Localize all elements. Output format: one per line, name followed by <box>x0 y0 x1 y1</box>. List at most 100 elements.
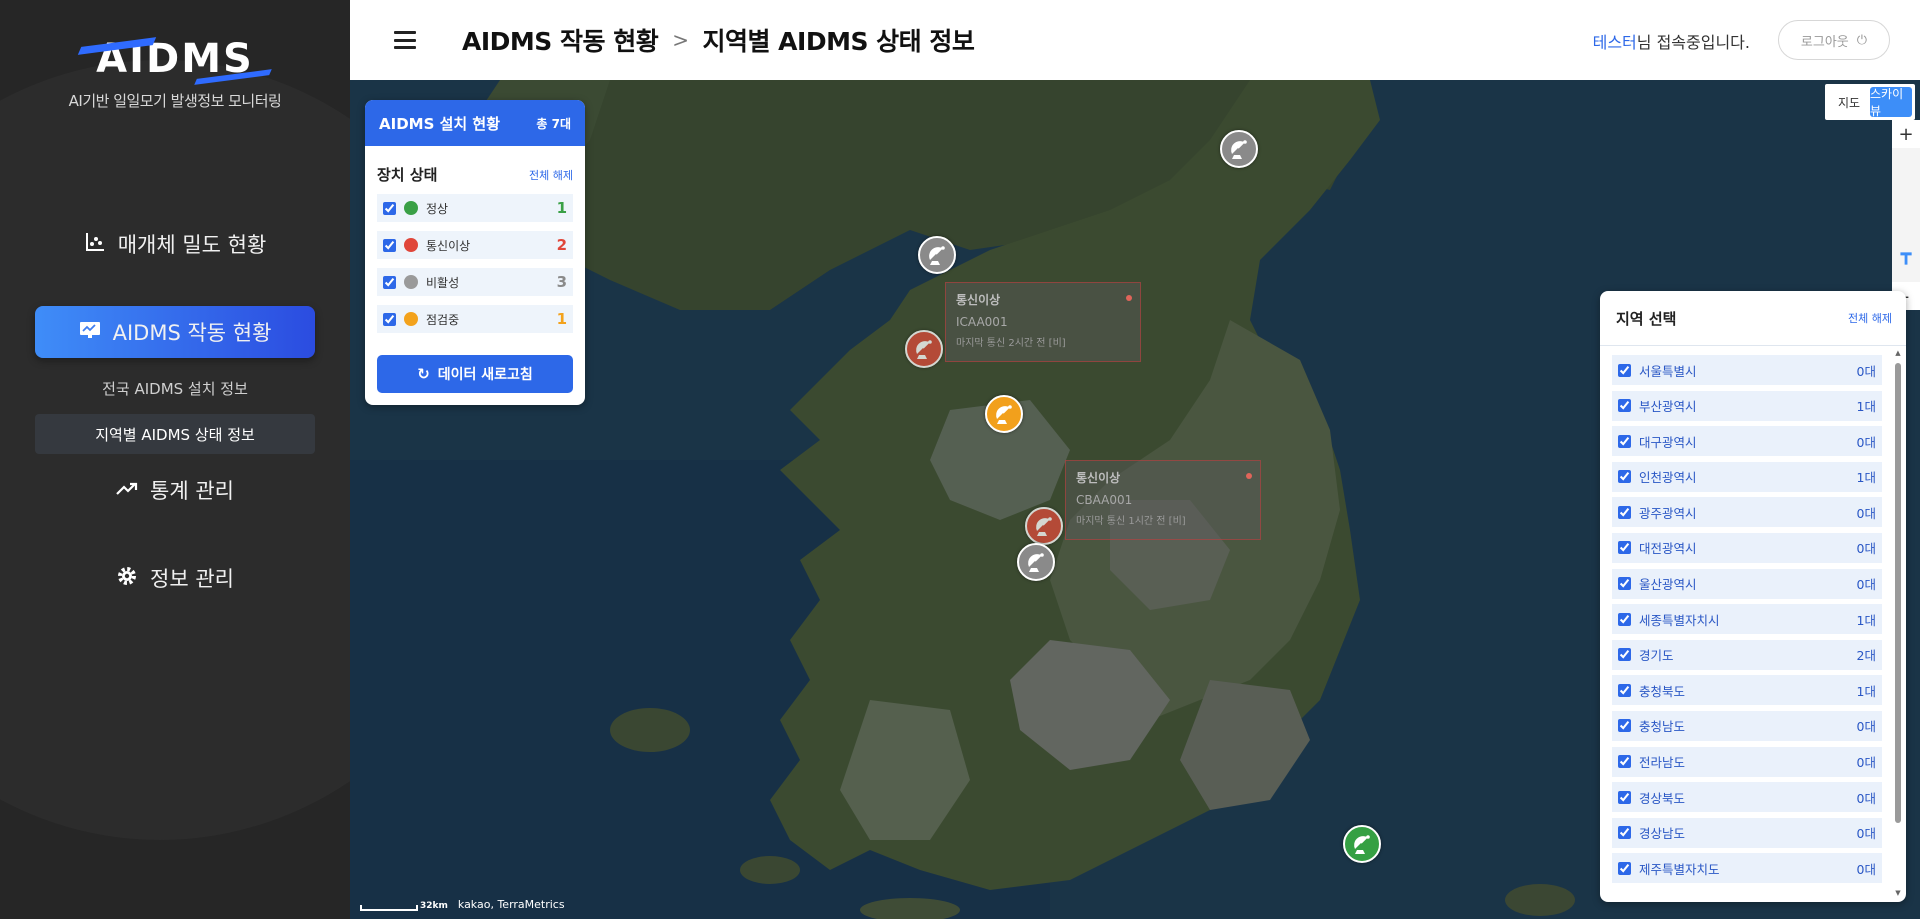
region-row[interactable]: 충청남도 0대 <box>1612 710 1882 741</box>
region-name: 충청남도 <box>1639 719 1686 735</box>
nav-item-label: 통계 관리 <box>150 479 234 503</box>
map-copyright: kakao, TerraMetrics <box>457 898 565 911</box>
region-row[interactable]: 전라남도 0대 <box>1612 746 1882 777</box>
status-row-normal[interactable]: 정상 1 <box>377 194 573 222</box>
region-checkbox[interactable] <box>1618 719 1631 733</box>
region-row[interactable]: 부산광역시 1대 <box>1612 390 1882 421</box>
device-marker-comm-error[interactable] <box>905 330 943 368</box>
region-checkbox[interactable] <box>1618 612 1631 626</box>
scroll-thumb[interactable] <box>1895 363 1901 823</box>
region-row[interactable]: 경상북도 0대 <box>1612 782 1882 813</box>
status-checkbox[interactable] <box>383 275 396 289</box>
nav-item-statistics[interactable]: 통계 관리 <box>35 464 315 516</box>
region-name: 대전광역시 <box>1639 541 1697 557</box>
region-count: 0대 <box>1856 434 1876 450</box>
region-row[interactable]: 세종특별자치시 1대 <box>1612 604 1882 635</box>
region-checkbox[interactable] <box>1618 683 1631 697</box>
region-row[interactable]: 광주광역시 0대 <box>1612 497 1882 528</box>
clear-all-region-button[interactable]: 전체 해제 <box>1848 310 1892 326</box>
device-tooltip: 통신이상 CBAA001 마지막 통신 1시간 전 [비] <box>1065 460 1261 540</box>
menu-icon[interactable] <box>394 31 416 49</box>
status-dot <box>404 201 418 215</box>
device-marker-inactive[interactable] <box>1017 543 1055 581</box>
tooltip-status: 통신이상 <box>1076 471 1121 485</box>
region-checkbox[interactable] <box>1618 826 1631 840</box>
device-marker-normal[interactable] <box>1343 825 1381 863</box>
scroll-up-icon[interactable]: ▲ <box>1894 349 1902 357</box>
status-row-inactive[interactable]: 비활성 3 <box>377 268 573 296</box>
region-name: 경상남도 <box>1639 826 1686 842</box>
device-marker-inactive[interactable] <box>918 236 956 274</box>
region-count: 1대 <box>1856 683 1876 699</box>
zoom-in-button[interactable]: + <box>1892 120 1920 148</box>
nav-item-aidms-status[interactable]: AIDMS 작동 현황 <box>35 306 315 358</box>
region-row[interactable]: 경상남도 0대 <box>1612 817 1882 848</box>
device-marker-inactive[interactable] <box>1220 130 1258 168</box>
region-row[interactable]: 대전광역시 0대 <box>1612 532 1882 563</box>
status-label: 비활성 <box>426 275 460 290</box>
sub-nav-regional-status[interactable]: 지역별 AIDMS 상태 정보 <box>35 414 315 454</box>
region-checkbox[interactable] <box>1618 363 1631 377</box>
region-checkbox[interactable] <box>1618 790 1631 804</box>
region-checkbox[interactable] <box>1618 577 1631 591</box>
breadcrumb-parent[interactable]: AIDMS 작동 현황 <box>462 22 659 58</box>
logo-wordmark: AIDMS <box>77 36 272 85</box>
region-row[interactable]: 제주특별자치도 0대 <box>1612 853 1882 884</box>
region-count: 2대 <box>1856 648 1876 664</box>
region-scrollbar[interactable]: ▲ ▼ <box>1894 349 1902 897</box>
region-checkbox[interactable] <box>1618 648 1631 662</box>
map-type-skyview-button[interactable]: 스카이뷰 <box>1870 87 1912 118</box>
region-checkbox[interactable] <box>1618 470 1631 484</box>
region-row[interactable]: 서울특별시 0대 <box>1612 355 1882 385</box>
sidebar: AIDMS AI기반 일일모기 발생정보 모니터링 매개체 밀도 현황 AIDM… <box>0 0 350 919</box>
user-name: 테스터 <box>1592 33 1637 52</box>
satellite-dish-icon <box>1028 553 1044 572</box>
region-checkbox[interactable] <box>1618 505 1631 519</box>
region-list: 서울특별시 0대 부산광역시 1대 대구광역시 0대 인천광역시 1대 광주광역시 0대 대전광역시… <box>1612 355 1882 889</box>
status-checkbox[interactable] <box>383 238 396 252</box>
refresh-data-button[interactable]: ↻ 데이터 새로고침 <box>377 355 573 393</box>
region-row[interactable]: 경기도 2대 <box>1612 639 1882 670</box>
sub-nav-label: 전국 AIDMS 설치 정보 <box>102 379 248 398</box>
tooltip-code: ICAA001 <box>956 315 1008 329</box>
region-checkbox[interactable] <box>1618 861 1631 875</box>
region-count: 0대 <box>1856 577 1876 593</box>
region-name: 세종특별자치시 <box>1639 612 1720 628</box>
clear-all-status-button[interactable]: 전체 해제 <box>529 167 573 183</box>
sub-nav-national-install[interactable]: 전국 AIDMS 설치 정보 <box>35 368 315 408</box>
region-count: 0대 <box>1856 541 1876 557</box>
panel-title: AIDMS 설치 현황 <box>379 114 501 133</box>
zoom-handle-icon[interactable]: ┳ <box>1898 246 1914 264</box>
region-name: 서울특별시 <box>1639 363 1697 379</box>
region-checkbox[interactable] <box>1618 399 1631 413</box>
breadcrumb: AIDMS 작동 현황 > 지역별 AIDMS 상태 정보 <box>462 22 975 58</box>
logo[interactable]: AIDMS AI기반 일일모기 발생정보 모니터링 <box>0 36 350 111</box>
install-status-panel: AIDMS 설치 현황 총 7대 장치 상태 전체 해제 정상 1 통신이상 2… <box>365 100 585 405</box>
nav-item-density[interactable]: 매개체 밀도 현황 <box>35 218 315 270</box>
zoom-control: + ┳ - <box>1892 120 1920 310</box>
status-row-maintenance[interactable]: 점검중 1 <box>377 305 573 333</box>
map-type-map-button[interactable]: 지도 <box>1828 87 1870 117</box>
map-view[interactable]: AIDMS 설치 현황 총 7대 장치 상태 전체 해제 정상 1 통신이상 2… <box>350 80 1920 919</box>
status-checkbox[interactable] <box>383 201 396 215</box>
zoom-slider[interactable]: ┳ <box>1892 148 1920 282</box>
satellite-dish-icon <box>929 246 945 265</box>
nav-item-info[interactable]: 정보 관리 <box>35 552 315 604</box>
region-checkbox[interactable] <box>1618 434 1631 448</box>
device-marker-comm-error[interactable] <box>1025 507 1063 545</box>
region-checkbox[interactable] <box>1618 755 1631 769</box>
region-row[interactable]: 인천광역시 1대 <box>1612 461 1882 492</box>
scroll-down-icon[interactable]: ▼ <box>1894 889 1902 897</box>
region-row[interactable]: 대구광역시 0대 <box>1612 426 1882 457</box>
logout-button[interactable]: 로그아웃 ⏻ <box>1778 20 1890 60</box>
device-marker-maintenance[interactable] <box>985 395 1023 433</box>
region-row[interactable]: 울산광역시 0대 <box>1612 568 1882 599</box>
satellite-dish-icon <box>1036 517 1052 536</box>
satellite-dish-icon <box>1231 140 1247 159</box>
status-row-comm-error[interactable]: 통신이상 2 <box>377 231 573 259</box>
status-count: 2 <box>556 236 567 254</box>
region-row[interactable]: 충청북도 1대 <box>1612 675 1882 706</box>
status-checkbox[interactable] <box>383 312 396 326</box>
region-checkbox[interactable] <box>1618 541 1631 555</box>
region-count: 1대 <box>1856 612 1876 628</box>
